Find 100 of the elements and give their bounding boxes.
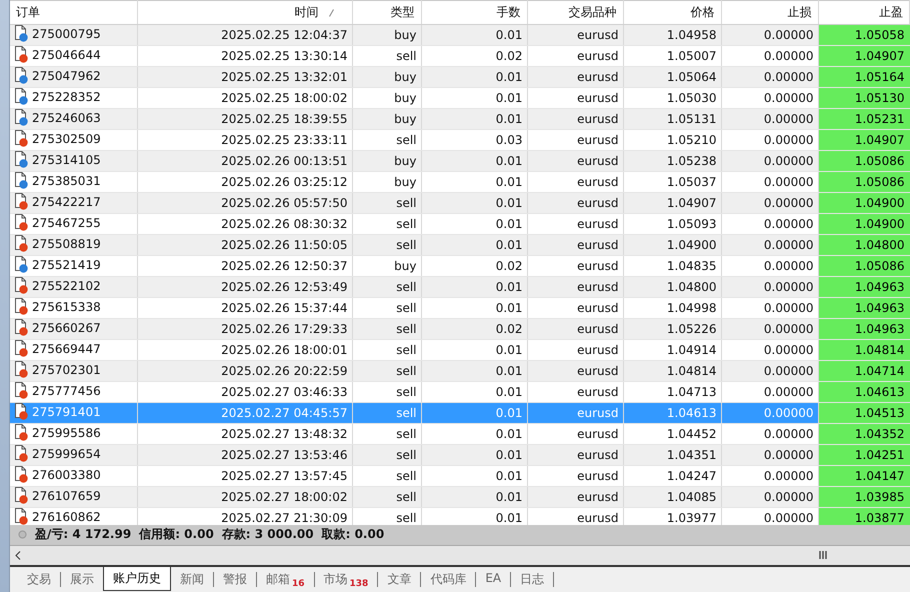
table-cell: 1.04814 [623, 360, 721, 382]
table-cell: 1.05131 [623, 108, 721, 130]
table-cell: 1.04251 [818, 444, 910, 466]
column-header[interactable]: 类型 [352, 0, 421, 24]
table-cell: 1.04907 [818, 130, 910, 150]
panel-tab[interactable]: 邮箱 $_{16}$ [257, 566, 314, 592]
table-cell: 0.00000 [721, 192, 818, 214]
table-cell: 275999654 [10, 444, 137, 466]
table-cell: 275422217 [10, 192, 137, 214]
table-cell: 0.01 [421, 192, 527, 214]
table-cell: 0.01 [421, 486, 527, 508]
table-cell: 275702301 [10, 360, 137, 382]
panel-tab[interactable]: 代码库 [421, 566, 476, 591]
sort-icon [328, 8, 334, 17]
table-cell: 1.05231 [818, 108, 910, 130]
panel-tab[interactable]: 文章 [378, 566, 420, 591]
table-cell: sell [352, 444, 421, 466]
table-cell: sell [352, 234, 421, 256]
table-cell: 2025.02.26 17:29:33 [137, 318, 352, 340]
table-cell: eurusd [527, 150, 623, 172]
order-document-icon [14, 46, 28, 63]
panel-tab[interactable]: 市场 $_{138}$ [314, 566, 378, 592]
table-cell: 2025.02.27 04:45:57 [137, 402, 352, 424]
table-cell: 2025.02.26 00:13:51 [137, 150, 352, 172]
table-cell: eurusd [527, 276, 623, 298]
order-document-icon [14, 67, 28, 84]
order-document-icon [14, 193, 28, 210]
panel-tab[interactable]: EA [476, 566, 510, 588]
column-header[interactable]: 止损 [721, 0, 818, 24]
table-cell: 1.04900 [818, 192, 910, 214]
table-cell: 1.04800 [623, 276, 721, 298]
account-summary-text: 取款: 0.00 [322, 526, 384, 544]
table-cell: 2025.02.27 18:00:02 [137, 486, 352, 508]
table-cell: 0.01 [421, 402, 527, 424]
table-cell: 1.03985 [818, 486, 910, 508]
scroll-left-icon[interactable] [15, 550, 21, 560]
table-cell: eurusd [527, 360, 623, 382]
column-header[interactable]: 订单 [10, 0, 137, 24]
status-dot-icon [18, 530, 27, 540]
table-cell: 0.00000 [721, 66, 818, 88]
table-cell: eurusd [527, 234, 623, 256]
table-cell: 1.04814 [818, 340, 910, 360]
panel-tab[interactable]: 新闻 [171, 566, 213, 591]
column-header[interactable]: 时间 [137, 0, 352, 24]
table-cell: 0.00000 [721, 150, 818, 172]
table-cell: 1.04613 [818, 382, 910, 402]
table-cell: 1.04963 [818, 318, 910, 340]
table-cell: 1.04900 [818, 214, 910, 234]
column-header[interactable]: 交易品种 [527, 0, 623, 24]
order-document-icon [14, 172, 28, 189]
order-document-icon [14, 319, 28, 336]
table-cell: 0.01 [421, 444, 527, 466]
panel-tab[interactable]: 展示 [61, 566, 103, 591]
table-cell: 0.00000 [721, 444, 818, 466]
table-cell: 1.04085 [623, 486, 721, 508]
account-summary-text: 盈/亏: 4 172.99 [35, 526, 132, 544]
table-cell: 2025.02.26 05:57:50 [137, 192, 352, 214]
order-document-icon [14, 214, 28, 231]
panel-tab[interactable]: 账户历史 [103, 566, 171, 591]
table-cell: 275508819 [10, 234, 137, 256]
table-cell: 2025.02.25 13:32:01 [137, 66, 352, 88]
order-document-icon [14, 88, 28, 105]
table-cell: eurusd [527, 318, 623, 340]
table-cell: 0.01 [421, 234, 527, 256]
order-document-icon [14, 25, 28, 42]
column-header[interactable]: 止盈 [818, 0, 910, 24]
scroll-grip-icon[interactable] [819, 551, 827, 560]
table-cell: sell [352, 360, 421, 382]
table-cell: 1.05164 [818, 66, 910, 88]
table-cell: 0.01 [421, 360, 527, 382]
column-header[interactable]: 手数 [421, 0, 527, 24]
panel-tab[interactable]: 日志 [511, 566, 554, 591]
panel-tab[interactable]: 警报 [214, 566, 256, 591]
table-cell: 1.04513 [818, 402, 910, 424]
table-cell: 2025.02.25 12:04:37 [137, 24, 352, 46]
table-cell: buy [352, 108, 421, 130]
table-cell: 1.04907 [818, 46, 910, 66]
table-cell: 1.04958 [623, 24, 721, 46]
table-cell: 275791401 [10, 402, 137, 424]
table-cell: 0.00000 [721, 24, 818, 46]
order-document-icon [14, 235, 28, 252]
table-cell: eurusd [527, 192, 623, 214]
table-cell: 1.04800 [818, 234, 910, 256]
table-cell: 1.05086 [818, 172, 910, 192]
table-cell: 275047962 [10, 66, 137, 88]
table-cell: eurusd [527, 24, 623, 46]
table-cell: sell [352, 486, 421, 508]
table-cell: 275246063 [10, 108, 137, 130]
table-cell: 1.05086 [818, 256, 910, 276]
order-document-icon [14, 298, 28, 315]
table-cell: buy [352, 66, 421, 88]
order-document-icon [14, 445, 28, 462]
table-cell: 1.03877 [818, 508, 910, 525]
table-cell: buy [352, 150, 421, 172]
column-header[interactable]: 价格 [623, 0, 721, 24]
table-cell: 1.05058 [818, 24, 910, 46]
order-document-icon [14, 277, 28, 294]
account-summary-text: 存款: 3 000.00 [222, 526, 314, 544]
table-cell: eurusd [527, 486, 623, 508]
panel-tab[interactable]: 交易 [18, 566, 60, 591]
